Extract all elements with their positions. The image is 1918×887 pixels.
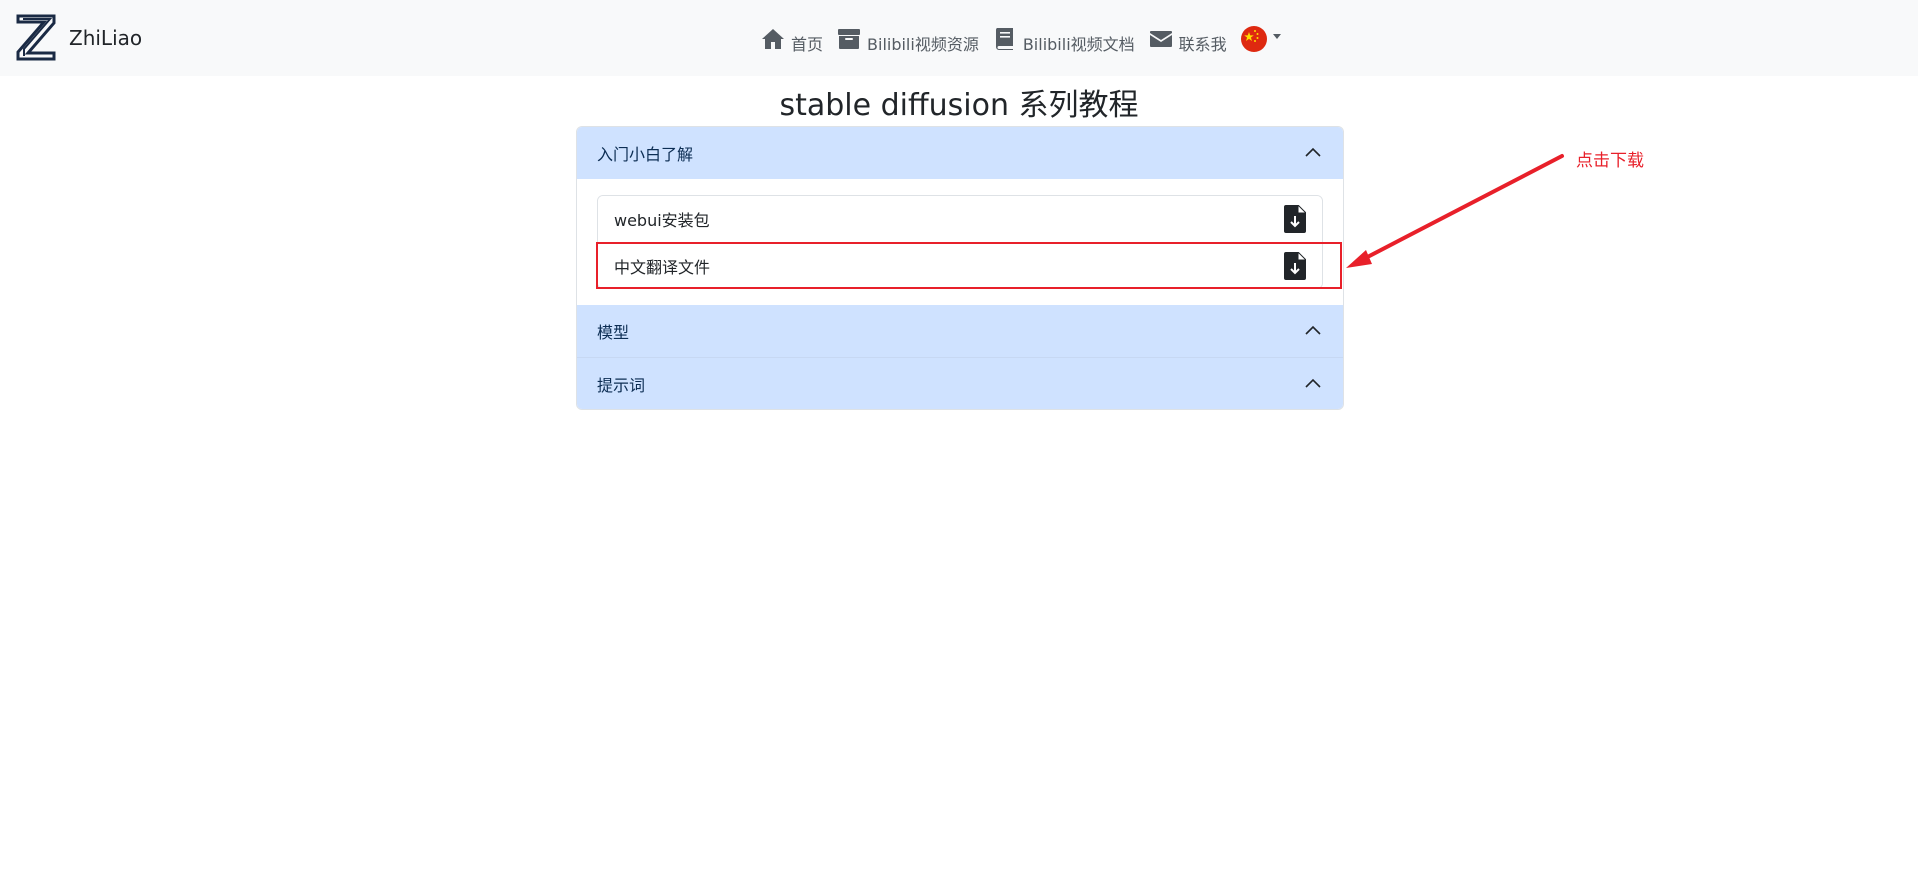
book-icon — [995, 28, 1013, 50]
page-title: stable diffusion 系列教程 — [779, 88, 1139, 123]
main-nav: 首页 Bilibili视频资源 Bilibili视频文档 联系我 — [761, 23, 1281, 55]
file-download-icon[interactable] — [1284, 205, 1306, 233]
annotation-label: 点击下载 — [1576, 151, 1644, 171]
annotation-arrow-icon — [1346, 154, 1564, 268]
accordion-body-beginner: webui安装包 中文翻译文件 — [577, 179, 1343, 305]
nav-home[interactable]: 首页 — [761, 27, 823, 54]
file-item-webui[interactable]: webui安装包 — [598, 196, 1322, 242]
chevron-down-icon — [1272, 33, 1281, 39]
file-name: 中文翻译文件 — [614, 257, 711, 277]
accordion-header-models[interactable]: 模型 — [577, 305, 1343, 357]
file-name: webui安装包 — [614, 211, 710, 230]
accordion-title: 模型 — [597, 323, 630, 342]
accordion-header-beginner[interactable]: 入门小白了解 — [577, 127, 1343, 179]
file-item-chinese-translation[interactable]: 中文翻译文件 — [598, 242, 1322, 288]
chevron-up-icon — [1305, 147, 1321, 157]
nav-bilibili-resources[interactable]: Bilibili视频资源 — [837, 27, 979, 54]
language-dropdown[interactable] — [1240, 26, 1281, 52]
nav-home-label: 首页 — [791, 35, 824, 54]
file-list: webui安装包 中文翻译文件 — [597, 195, 1323, 289]
nav-bilibili-resources-label: Bilibili视频资源 — [867, 35, 979, 54]
zhiliao-logo-icon — [16, 14, 56, 61]
nav-bilibili-docs-label: Bilibili视频文档 — [1022, 35, 1135, 54]
brand[interactable]: ZhiLiao — [16, 14, 142, 61]
home-icon — [762, 29, 784, 49]
nav-contact-label: 联系我 — [1178, 35, 1227, 54]
nav-contact[interactable]: 联系我 — [1149, 27, 1227, 54]
nav-bilibili-docs[interactable]: Bilibili视频文档 — [993, 27, 1135, 54]
envelope-icon — [1149, 31, 1172, 47]
accordion-title: 提示词 — [597, 375, 646, 395]
chevron-up-icon — [1305, 325, 1321, 335]
brand-name: ZhiLiao — [69, 25, 143, 50]
china-flag-icon — [1240, 26, 1267, 52]
course-accordion: 入门小白了解 webui安装包 中文翻译文件 模型 提示词 — [576, 126, 1344, 410]
chevron-up-icon — [1305, 378, 1321, 388]
file-download-icon[interactable] — [1284, 251, 1306, 280]
accordion-header-prompts[interactable]: 提示词 — [577, 357, 1343, 409]
archive-box-icon — [838, 29, 861, 49]
accordion-title: 入门小白了解 — [597, 145, 694, 164]
navbar: ZhiLiao 首页 Bilibili视频资源 Bilibili视频文档 联系我 — [0, 0, 1918, 76]
